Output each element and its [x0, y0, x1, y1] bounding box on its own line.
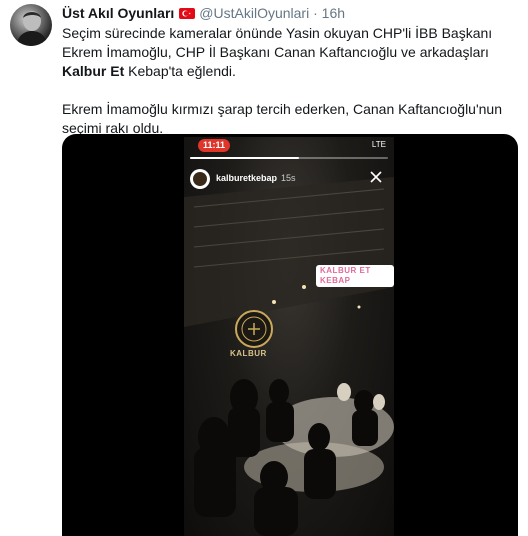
tweet-header: Üst Akıl Oyunları @UstAkilOyunlari · 16h: [62, 4, 345, 22]
author-name[interactable]: Üst Akıl Oyunları: [62, 5, 174, 21]
restaurant-scene: [184, 177, 394, 536]
author-handle[interactable]: @UstAkilOyunlari: [199, 5, 309, 21]
status-time: 11:11: [198, 139, 231, 152]
paragraph-1-bold: Kalbur Et: [62, 63, 125, 79]
story-progress-bar: [190, 157, 388, 159]
phone-status-bar: 11:11 LTE: [184, 137, 394, 153]
venue-sign-text: KALBUR: [230, 349, 267, 358]
tweet-paragraph-1: Seçim sürecinde kameralar önünde Yasin o…: [62, 24, 524, 81]
author-avatar[interactable]: [10, 4, 52, 46]
header-separator: ·: [313, 5, 318, 21]
tweet-video[interactable]: KALBUR 11:11 LTE kalburetkebap 15s KALBUR…: [62, 134, 518, 536]
story-header: kalburetkebap 15s: [190, 169, 388, 193]
story-age: 15s: [281, 173, 296, 183]
turkey-flag-icon: [179, 8, 196, 19]
tweet: Üst Akıl Oyunları @UstAkilOyunlari · 16h …: [0, 0, 528, 536]
close-icon[interactable]: [368, 169, 384, 185]
story-user: kalburetkebap 15s: [216, 173, 296, 183]
story-progress-fill: [190, 157, 299, 159]
paragraph-1-end: Kebap'ta eğlendi.: [124, 63, 236, 79]
tweet-paragraph-2: Ekrem İmamoğlu kırmızı şarap tercih eder…: [62, 101, 502, 136]
instagram-story-frame: KALBUR 11:11 LTE kalburetkebap 15s KALBUR…: [184, 137, 394, 536]
story-avatar[interactable]: [190, 169, 210, 189]
tweet-time[interactable]: 16h: [322, 5, 345, 21]
venue-logo: [232, 307, 276, 351]
tweet-text: Seçim sürecinde kameralar önünde Yasin o…: [62, 24, 524, 138]
status-network: LTE: [371, 140, 386, 149]
story-username[interactable]: kalburetkebap: [216, 173, 277, 183]
location-sticker[interactable]: KALBUR ET KEBAP: [316, 265, 394, 287]
paragraph-1-text: Seçim sürecinde kameralar önünde Yasin o…: [62, 25, 493, 60]
